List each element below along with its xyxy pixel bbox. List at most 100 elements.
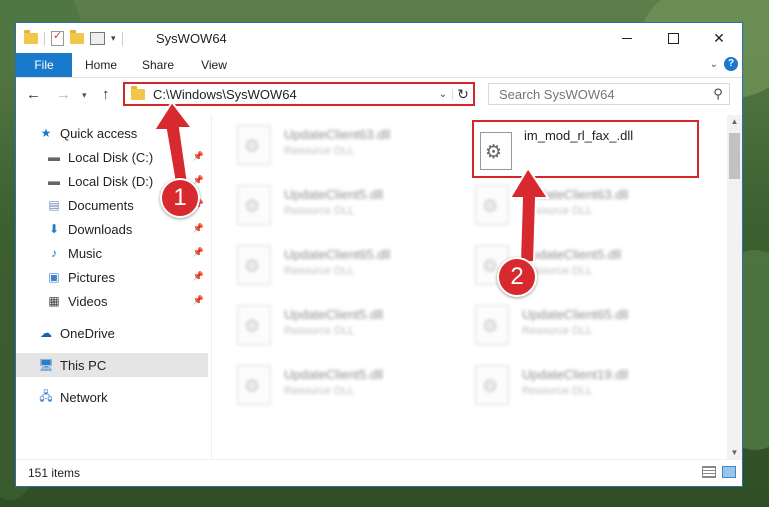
minimize-button[interactable]	[604, 23, 650, 53]
tab-share[interactable]: Share	[136, 53, 180, 77]
window-title: SysWOW64	[156, 31, 227, 46]
sidebar-item-label: Network	[60, 389, 108, 405]
videos-icon: ▦	[48, 294, 60, 308]
maximize-button[interactable]	[650, 23, 696, 53]
back-arrow-icon[interactable]: ←	[26, 86, 41, 103]
file-name: UpdateClient65.dll	[284, 247, 391, 262]
tab-home[interactable]: Home	[80, 53, 122, 77]
dll-file-icon	[237, 245, 271, 285]
folder-icon	[131, 85, 145, 100]
tab-file[interactable]: File	[16, 53, 72, 77]
customize-toolbar-chevron-icon[interactable]: ▾	[111, 33, 116, 44]
toolbar-divider	[44, 31, 45, 46]
properties-icon[interactable]	[90, 32, 105, 45]
dll-file-icon	[237, 185, 271, 225]
sidebar-item-pictures[interactable]: ▣ Pictures 📌	[46, 265, 208, 289]
up-arrow-icon[interactable]: ↑	[102, 86, 110, 103]
sidebar-item-label: Pictures	[68, 269, 115, 285]
ribbon-tabs: File Home Share View ⌄ ?	[16, 53, 742, 78]
file-list: UpdateClient63.dll Resource DLL UpdateCl…	[212, 115, 727, 460]
file-type: Resource DLL	[522, 385, 593, 397]
dll-file-icon	[237, 125, 271, 165]
sidebar-item-videos[interactable]: ▦ Videos 📌	[46, 289, 208, 313]
close-button[interactable]: ✕	[696, 23, 742, 53]
pin-icon[interactable]: 📌	[193, 295, 204, 306]
file-type: Resource DLL	[284, 145, 355, 157]
sidebar-item-label: Documents	[68, 197, 134, 213]
quick-access-toolbar: ▾	[24, 29, 123, 46]
sidebar-item-this-pc[interactable]: 🖥 This PC	[16, 353, 208, 377]
sidebar-item-music[interactable]: ♪ Music 📌	[46, 241, 208, 265]
file-item[interactable]: UpdateClient5.dll Resource DLL	[212, 181, 432, 233]
file-item[interactable]: UpdateClient65.dll Resource DLL	[212, 241, 432, 293]
search-input[interactable]	[497, 85, 707, 103]
file-item[interactable]: UpdateClient19.dll Resource DLL	[450, 361, 670, 413]
file-item[interactable]: UpdateClient5.dll Resource DLL	[450, 241, 670, 293]
scroll-down-chevron-icon[interactable]: ▼	[727, 446, 742, 460]
toolbar-divider	[121, 31, 123, 46]
file-item[interactable]: UpdateClient5.dll Resource DLL	[212, 301, 432, 353]
vertical-scrollbar[interactable]: ▲ ▼	[727, 115, 742, 460]
properties-check-icon[interactable]	[51, 29, 64, 46]
drive-icon: ▬	[48, 174, 60, 188]
pin-icon[interactable]: 📌	[193, 271, 204, 282]
refresh-icon[interactable]: ↻	[453, 86, 473, 103]
folder-icon	[24, 30, 38, 44]
step-badge-1: 1	[160, 178, 200, 218]
file-type: Resource DLL	[284, 325, 355, 337]
sidebar-item-downloads[interactable]: ⬇ Downloads 📌	[46, 217, 208, 241]
file-item[interactable]: UpdateClient63.dll Resource DLL	[450, 181, 670, 233]
expand-ribbon-chevron-icon[interactable]: ⌄	[710, 59, 718, 70]
dll-file-icon	[475, 365, 509, 405]
file-name: im_mod_rl_fax_.dll	[524, 128, 634, 143]
file-name: UpdateClient5.dll	[284, 367, 384, 382]
explorer-window: ▾ SysWOW64 ✕ File Home Share View ⌄ ? ← …	[15, 22, 743, 487]
sidebar-item-network[interactable]: 🖧 Network	[38, 385, 208, 409]
step-badge-2: 2	[497, 257, 537, 297]
sidebar-item-label: Quick access	[60, 125, 138, 141]
details-view-icon[interactable]	[702, 466, 716, 478]
recent-locations-chevron-icon[interactable]: ▾	[82, 90, 87, 101]
network-icon: 🖧	[39, 388, 53, 403]
cloud-icon: ☁	[40, 326, 52, 340]
dll-file-icon	[237, 365, 271, 405]
status-bar: 151 items	[16, 459, 742, 486]
file-name: UpdateClient65.dll	[522, 307, 629, 322]
new-folder-icon[interactable]	[70, 30, 84, 44]
file-item[interactable]: UpdateClient65.dll Resource DLL	[450, 301, 670, 353]
navigation-bar: ← → ▾ ↑ C:\Windows\SysWOW64 ⌄ ↻ ⚲	[16, 78, 742, 112]
documents-icon: ▤	[48, 198, 60, 212]
computer-icon: 🖥	[38, 358, 54, 372]
sidebar-item-label: This PC	[60, 357, 107, 373]
file-item[interactable]: UpdateClient63.dll Resource DLL	[212, 121, 432, 173]
music-icon: ♪	[51, 246, 57, 260]
pictures-icon: ▣	[48, 270, 60, 284]
sidebar-item-label: Local Disk (C:)	[68, 149, 154, 165]
file-name: UpdateClient19.dll	[522, 367, 629, 382]
sidebar-item-label: Downloads	[68, 221, 133, 237]
tab-view[interactable]: View	[194, 53, 234, 77]
dll-file-icon	[237, 305, 271, 345]
sidebar-item-label: Local Disk (D:)	[68, 173, 154, 189]
scrollbar-thumb[interactable]	[729, 133, 740, 179]
file-type: Resource DLL	[522, 325, 593, 337]
search-icon[interactable]: ⚲	[707, 86, 729, 102]
scroll-up-chevron-icon[interactable]: ▲	[727, 115, 742, 129]
address-history-chevron-icon[interactable]: ⌄	[434, 88, 453, 100]
title-bar: ▾ SysWOW64 ✕	[16, 23, 742, 53]
pin-icon[interactable]: 📌	[193, 247, 204, 258]
item-count: 151 items	[28, 466, 81, 480]
help-icon[interactable]: ?	[724, 57, 738, 71]
search-box[interactable]: ⚲	[488, 83, 730, 105]
dll-file-icon	[475, 305, 509, 345]
sidebar-item-onedrive[interactable]: ☁ OneDrive	[38, 321, 208, 345]
sidebar-item-label: Music	[68, 245, 102, 261]
pin-icon[interactable]: 📌	[193, 223, 204, 234]
file-type: Resource DLL	[284, 205, 355, 217]
forward-arrow-icon[interactable]: →	[56, 86, 71, 103]
file-name: UpdateClient5.dll	[284, 307, 384, 322]
dll-file-icon	[480, 132, 512, 170]
large-icons-view-icon[interactable]	[722, 466, 736, 478]
file-name: UpdateClient5.dll	[284, 187, 384, 202]
file-item[interactable]: UpdateClient5.dll Resource DLL	[212, 361, 432, 413]
